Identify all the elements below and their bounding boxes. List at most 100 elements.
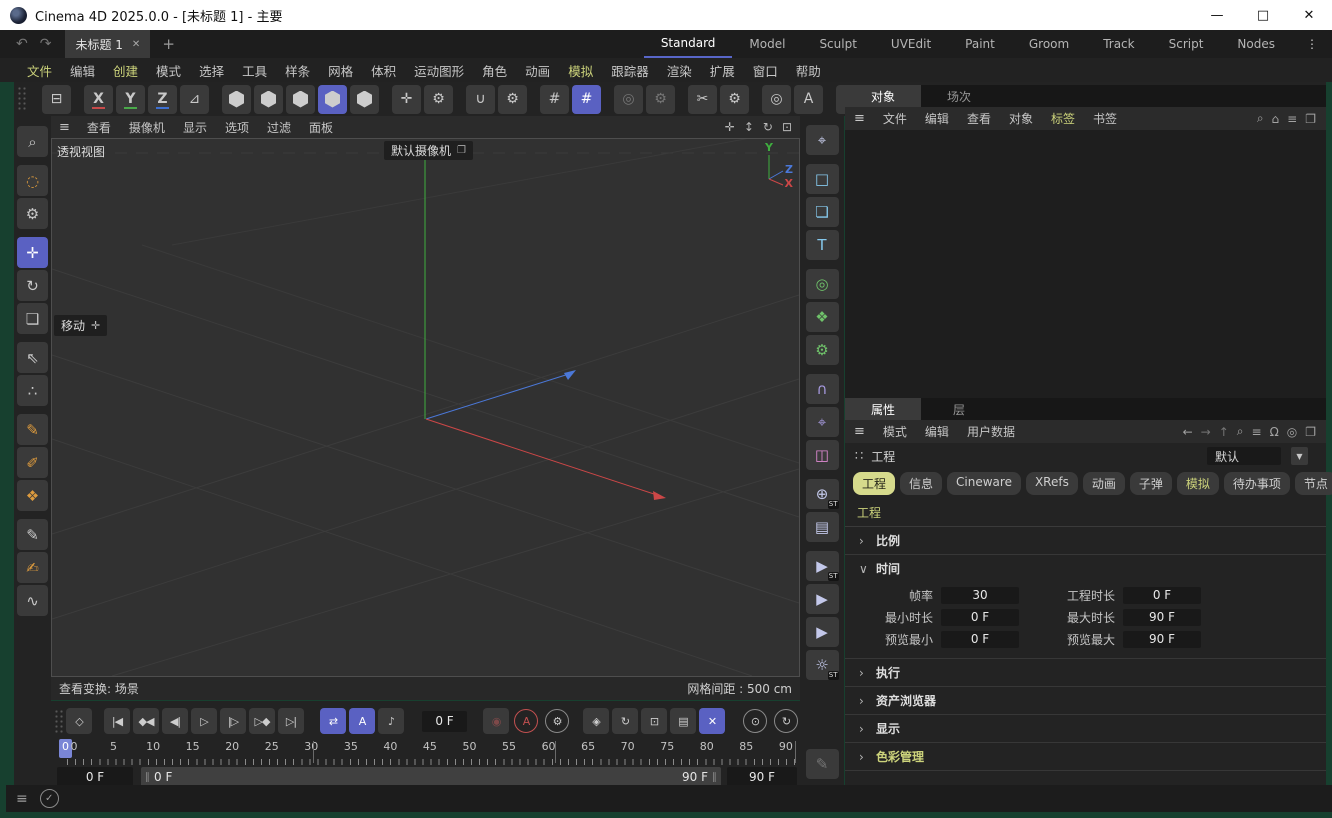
object-list[interactable] (845, 130, 1326, 398)
key-pla-icon[interactable]: ✕ (699, 708, 725, 734)
menu-animate[interactable]: 动画 (516, 61, 559, 80)
rotate-tool-icon[interactable]: ↻ (17, 270, 48, 301)
key-position-icon[interactable]: ◈ (583, 708, 609, 734)
material-edit-icon[interactable]: ✎ (806, 749, 839, 779)
layout-tab-sculpt[interactable]: Sculpt (802, 31, 873, 57)
dolly-view-icon[interactable]: ↕ (744, 120, 754, 134)
am-tab-bullet[interactable]: 子弹 (1130, 472, 1172, 495)
deformer-icon[interactable]: ∩ (806, 374, 839, 404)
camera-link-icon[interactable]: ❐ (457, 145, 466, 156)
timeline-ruler[interactable]: 0 051015202530354045505560657075808590 (51, 739, 800, 765)
target-icon[interactable]: ◎ (1287, 425, 1297, 439)
menu-mograph[interactable]: 运动图形 (405, 61, 473, 80)
camera-icon[interactable]: ▶ (806, 617, 839, 647)
am-tab-todo[interactable]: 待办事项 (1224, 472, 1290, 495)
spline-pen-icon[interactable]: ✎ (17, 414, 48, 445)
motext-icon[interactable]: T (806, 230, 839, 260)
om-menu-icon[interactable]: ≡ (845, 111, 874, 126)
vp-menu-view[interactable]: 查看 (78, 119, 120, 136)
mirror-icon[interactable]: ✂ (688, 85, 717, 114)
keyframe-settings-icon[interactable]: ⚙ (545, 709, 569, 733)
cloner-icon[interactable]: ❖ (806, 302, 839, 332)
forward-icon[interactable]: → (1201, 425, 1211, 439)
preset-dropdown[interactable]: 默认 (1207, 447, 1281, 465)
polygons-mode-icon[interactable] (286, 85, 315, 114)
menu-tools[interactable]: 工具 (233, 61, 276, 80)
am-menu-icon[interactable]: ≡ (845, 424, 874, 439)
light-icon[interactable]: ☼ST (806, 650, 839, 680)
range-start-field[interactable]: 0 F (57, 767, 133, 787)
tab-attributes[interactable]: 属性 (845, 398, 921, 420)
multi-pen-icon[interactable]: ❖ (17, 480, 48, 511)
om-menu-file[interactable]: 文件 (874, 110, 916, 127)
layout-tab-standard[interactable]: Standard (644, 30, 733, 58)
am-tab-info[interactable]: 信息 (900, 472, 942, 495)
mograph-gear-icon[interactable]: ⚙ (806, 335, 839, 365)
rings-gear-icon[interactable]: ⚙ (646, 85, 675, 114)
key-parameter-icon[interactable]: ▤ (670, 708, 696, 734)
next-key-icon[interactable]: ▷◆ (249, 708, 275, 734)
layout-tab-uvedit[interactable]: UVEdit (874, 31, 948, 57)
cube-primitive-icon[interactable]: ❏ (806, 197, 839, 227)
workplane-icon[interactable]: ⊿ (180, 85, 209, 114)
menu-select[interactable]: 选择 (190, 61, 233, 80)
axis-settings-gear-icon[interactable]: ⚙ (424, 85, 453, 114)
snap-magnet-icon[interactable]: ∪ (466, 85, 495, 114)
menu-spline[interactable]: 样条 (276, 61, 319, 80)
camera-st-icon[interactable]: ▶ST (806, 551, 839, 581)
am-menu-userdata[interactable]: 用户数据 (958, 423, 1024, 440)
am-tab-project[interactable]: 工程 (853, 472, 895, 495)
menu-edit[interactable]: 编辑 (61, 61, 104, 80)
grid-icon[interactable]: # (540, 85, 569, 114)
menu-extensions[interactable]: 扩展 (701, 61, 744, 80)
stage-icon[interactable]: ▤ (806, 512, 839, 542)
toolbar-drag-handle[interactable] (17, 86, 27, 112)
spline-smooth-icon[interactable]: ∿ (17, 585, 48, 616)
simulation-move-icon[interactable]: ∴ (17, 375, 48, 406)
move-tool-icon[interactable]: ✛ (17, 237, 48, 268)
new-tab-button[interactable]: + (162, 35, 175, 53)
menu-window[interactable]: 窗口 (744, 61, 787, 80)
vp-menu-filter[interactable]: 过滤 (258, 119, 300, 136)
symmetry-icon[interactable]: ◫ (806, 440, 839, 470)
menu-mode[interactable]: 模式 (147, 61, 190, 80)
am-menu-edit[interactable]: 编辑 (916, 423, 958, 440)
fps-field[interactable]: 30 (941, 587, 1019, 604)
am-tab-animation[interactable]: 动画 (1083, 472, 1125, 495)
om-menu-view[interactable]: 查看 (958, 110, 1000, 127)
tweak-tool-icon[interactable]: ⚙ (17, 198, 48, 229)
goto-end-icon[interactable]: ▷| (278, 708, 304, 734)
quantize-grid-icon[interactable]: # (572, 85, 601, 114)
marker-icon[interactable]: A (349, 708, 375, 734)
menu-simulate[interactable]: 模拟 (559, 61, 602, 80)
section-scale[interactable]: › 比例 (845, 527, 1326, 555)
menu-file[interactable]: 文件 (18, 61, 61, 80)
axis-cube-icon[interactable]: ⌖ (806, 407, 839, 437)
range-right-grip[interactable]: ∥ (708, 772, 721, 783)
section-display[interactable]: › 显示 (845, 715, 1326, 743)
filter-icon[interactable]: ≡ (1287, 112, 1297, 126)
mirror-gear-icon[interactable]: ⚙ (720, 85, 749, 114)
auto-mode-icon[interactable]: A (794, 85, 823, 114)
back-icon[interactable]: ← (1183, 425, 1193, 439)
am-menu-mode[interactable]: 模式 (874, 423, 916, 440)
points-mode-icon[interactable] (222, 85, 251, 114)
camera-badge[interactable]: 默认摄像机 ❐ (384, 141, 473, 160)
section-color-management[interactable]: › 色彩管理 (845, 743, 1326, 771)
toggle-view-icon[interactable]: ⊡ (782, 120, 792, 134)
prev-key-icon[interactable]: ◆◀ (133, 708, 159, 734)
key-scale-icon[interactable]: ⊡ (641, 708, 667, 734)
polygon-pen-icon[interactable]: ✐ (17, 447, 48, 478)
layout-tab-nodes[interactable]: Nodes (1220, 31, 1292, 57)
am-tab-nodes[interactable]: 节点 (1295, 472, 1332, 495)
document-tab[interactable]: 未标题 1 ✕ (65, 30, 150, 58)
prev-frame-icon[interactable]: ◀| (162, 708, 188, 734)
tab-objects[interactable]: 对象 (845, 85, 921, 107)
lock-x-axis-icon[interactable]: X (84, 85, 113, 114)
popout-icon[interactable]: ❐ (1305, 425, 1316, 439)
object-mode-icon[interactable] (350, 85, 379, 114)
modify-axis-icon[interactable]: ✛ (392, 85, 421, 114)
layout-tab-model[interactable]: Model (732, 31, 802, 57)
range-slider[interactable]: ∥ 0 F 90 F ∥ (141, 767, 721, 787)
am-tab-simulation[interactable]: 模拟 (1177, 472, 1219, 495)
